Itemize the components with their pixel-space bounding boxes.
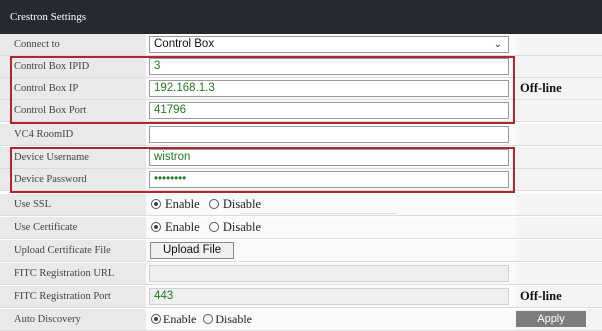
control-box-ipid-input[interactable]: 3 bbox=[149, 58, 509, 75]
auto-discovery-disable-radio[interactable] bbox=[203, 314, 214, 324]
row-auto-discovery: Auto Discovery Enable Disable Apply bbox=[0, 309, 602, 331]
row-vc4-roomid: VC4 RoomID bbox=[0, 124, 602, 146]
use-ssl-disable-radio[interactable] bbox=[208, 199, 219, 209]
fitc-url-input[interactable] bbox=[149, 265, 509, 282]
vc4-roomid-label: VC4 RoomID bbox=[0, 124, 146, 145]
row-use-certificate: Use Certificate Enable Disable bbox=[0, 217, 602, 239]
use-ssl-radio-group: Enable Disable bbox=[151, 194, 267, 215]
row-control-box-ip: Control Box IP 192.168.1.3 Off-line bbox=[0, 78, 602, 100]
auto-discovery-enable-label[interactable]: Enable bbox=[163, 312, 196, 326]
control-box-ip-input[interactable]: 192.168.1.3 bbox=[149, 80, 509, 97]
auto-discovery-radio-group: Enable Disable bbox=[151, 309, 256, 330]
use-certificate-disable-radio[interactable] bbox=[208, 222, 219, 232]
device-username-input[interactable]: wistron bbox=[149, 149, 509, 166]
auto-discovery-label: Auto Discovery bbox=[0, 309, 146, 330]
control-box-port-label: Control Box Port bbox=[0, 100, 146, 121]
fitc-status: Off-line bbox=[520, 289, 562, 303]
fitc-url-label: FITC Registration URL bbox=[0, 263, 146, 284]
row-upload-certificate: Upload Certificate File Upload File bbox=[0, 240, 602, 262]
use-certificate-label: Use Certificate bbox=[0, 217, 146, 238]
control-box-status: Off-line bbox=[520, 81, 562, 95]
upload-certificate-label: Upload Certificate File bbox=[0, 240, 146, 261]
apply-button[interactable]: Apply bbox=[516, 311, 586, 327]
row-control-box-ipid: Control Box IPID 3 bbox=[0, 56, 602, 78]
use-ssl-enable-radio[interactable] bbox=[151, 199, 161, 209]
use-certificate-radio-group: Enable Disable bbox=[151, 217, 267, 238]
row-device-username: Device Username wistron bbox=[0, 147, 602, 169]
use-ssl-disable-label[interactable]: Disable bbox=[223, 197, 261, 211]
auto-discovery-disable-label[interactable]: Disable bbox=[215, 312, 252, 326]
device-password-label: Device Password bbox=[0, 169, 146, 190]
row-fitc-port: FITC Registration Port 443 Off-line bbox=[0, 286, 602, 308]
connect-to-select[interactable]: Control Box ⌄ bbox=[149, 36, 509, 53]
use-certificate-enable-radio[interactable] bbox=[151, 222, 161, 232]
control-box-ipid-label: Control Box IPID bbox=[0, 56, 146, 77]
device-username-label: Device Username bbox=[0, 147, 146, 168]
use-certificate-disable-label[interactable]: Disable bbox=[223, 220, 261, 234]
divider bbox=[240, 213, 395, 214]
control-box-ip-label: Control Box IP bbox=[0, 78, 146, 99]
fitc-port-input[interactable]: 443 bbox=[149, 288, 509, 305]
chevron-down-icon: ⌄ bbox=[493, 39, 502, 50]
auto-discovery-enable-radio[interactable] bbox=[151, 314, 161, 324]
connect-to-label: Connect to bbox=[0, 34, 146, 55]
connect-to-value: Control Box bbox=[154, 38, 215, 50]
page-title: Crestron Settings bbox=[0, 0, 602, 34]
use-ssl-label: Use SSL bbox=[0, 194, 146, 215]
fitc-port-label: FITC Registration Port bbox=[0, 286, 146, 307]
use-certificate-enable-label[interactable]: Enable bbox=[165, 220, 200, 234]
row-connect-to: Connect to Control Box ⌄ bbox=[0, 34, 602, 56]
row-device-password: Device Password •••••••• bbox=[0, 169, 602, 191]
control-box-port-input[interactable]: 41796 bbox=[149, 102, 509, 119]
row-fitc-url: FITC Registration URL bbox=[0, 263, 602, 285]
vc4-roomid-input[interactable] bbox=[149, 126, 509, 143]
device-password-input[interactable]: •••••••• bbox=[149, 171, 509, 188]
row-control-box-port: Control Box Port 41796 bbox=[0, 100, 602, 122]
use-ssl-enable-label[interactable]: Enable bbox=[165, 197, 200, 211]
upload-file-button[interactable]: Upload File bbox=[150, 242, 235, 259]
